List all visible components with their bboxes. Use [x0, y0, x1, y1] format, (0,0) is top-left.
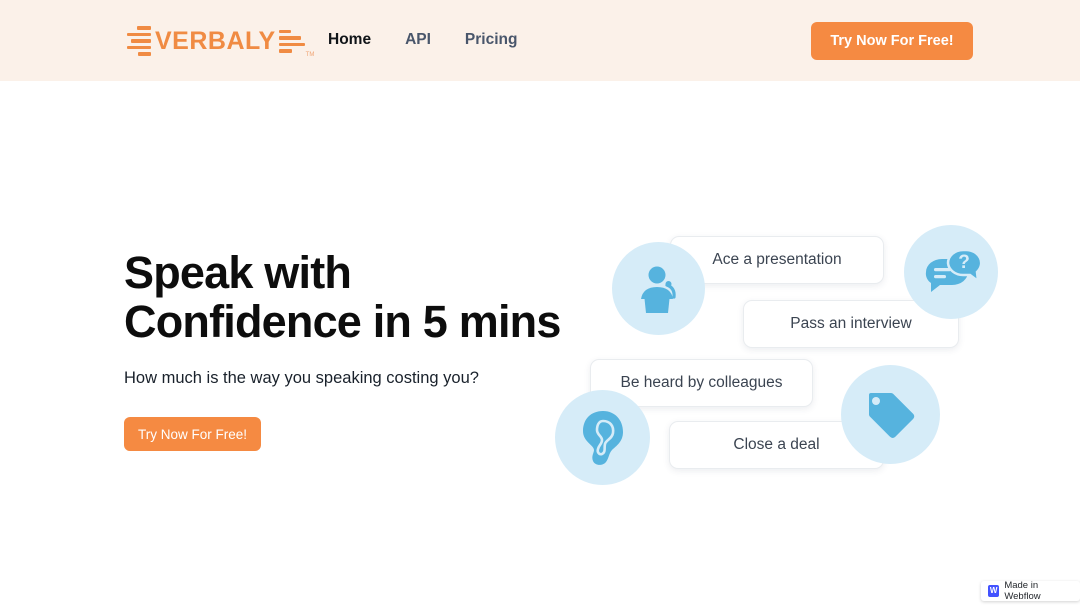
sound-bars-icon [127, 26, 151, 56]
hero-illustration: Ace a presentation ? Pass an interview B… [540, 210, 1010, 500]
sound-bars-icon [278, 29, 305, 53]
price-tag-icon [841, 365, 940, 464]
page-root: VERBALY TM Home API Pricing Try Now For … [0, 0, 1080, 608]
nav-item-home[interactable]: Home [328, 31, 371, 49]
made-in-webflow-badge[interactable]: W Made in Webflow [981, 580, 1080, 602]
logo[interactable]: VERBALY TM [127, 23, 314, 59]
question-chat-bubbles-icon: ? [904, 225, 998, 319]
podium-speaker-icon [612, 242, 705, 335]
made-in-webflow-label: Made in Webflow [1004, 580, 1041, 602]
main-nav: Home API Pricing [328, 31, 517, 49]
hero-subtitle: How much is the way you speaking costing… [124, 369, 479, 387]
svg-text:?: ? [958, 252, 970, 273]
nav-item-pricing[interactable]: Pricing [465, 31, 518, 49]
trademark-mark: TM [305, 52, 315, 58]
webflow-logo-icon: W [988, 585, 1000, 597]
page-title: Speak with Confidence in 5 mins [124, 247, 561, 348]
logo-wordmark: VERBALY [155, 26, 276, 55]
nav-item-api[interactable]: API [405, 31, 431, 49]
hero-try-now-button[interactable]: Try Now For Free! [124, 417, 261, 451]
site-header: VERBALY TM Home API Pricing Try Now For … [0, 0, 1080, 81]
ear-icon [555, 390, 650, 485]
header-try-now-button[interactable]: Try Now For Free! [811, 22, 973, 60]
